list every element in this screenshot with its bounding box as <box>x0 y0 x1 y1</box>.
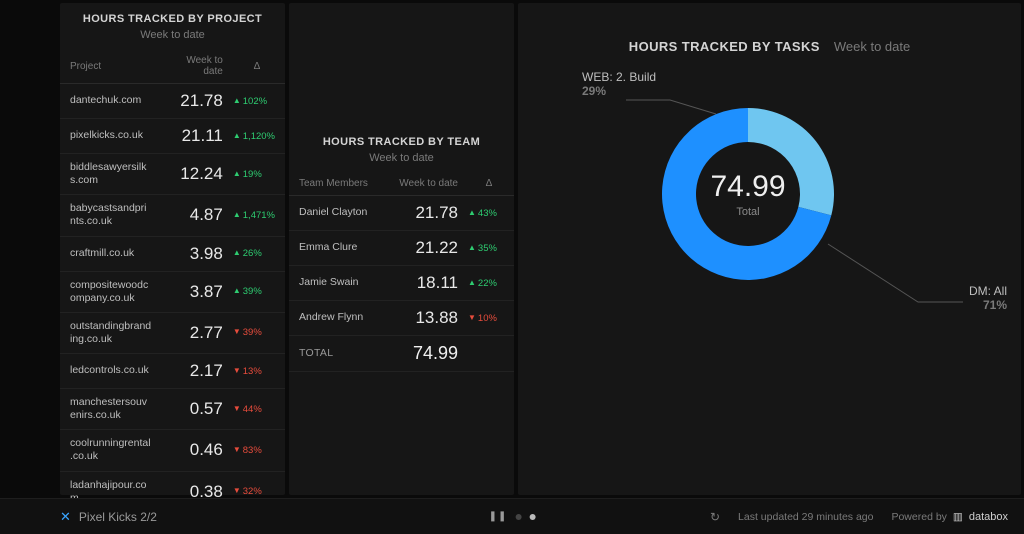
footer-bar: ✕ Pixel Kicks 2/2 ❚❚ ↻ Last updated 29 m… <box>0 498 1024 534</box>
project-value: 21.78 <box>155 84 228 119</box>
panel-hours-by-team: HOURS TRACKED BY TEAM Week to date Team … <box>289 3 514 495</box>
project-value: 12.24 <box>155 154 228 195</box>
team-member-name: Daniel Clayton <box>289 196 381 231</box>
project-delta: ▲19% <box>229 154 285 195</box>
project-name: craftmill.co.uk <box>60 236 155 271</box>
col-week-to-date: Week to date <box>155 51 228 84</box>
team-member-delta: ▼10% <box>464 301 514 336</box>
team-member-name: Emma Clure <box>289 231 381 266</box>
project-delta: ▼44% <box>229 389 285 430</box>
table-row: pixelkicks.co.uk21.11▲1,120% <box>60 119 285 154</box>
table-row: compositewoodcompany.co.uk3.87▲39% <box>60 271 285 312</box>
last-updated: Last updated 29 minutes ago <box>738 511 873 523</box>
donut-svg <box>648 94 848 294</box>
donut-slice <box>748 108 834 215</box>
table-row: Andrew Flynn13.88▼10% <box>289 301 514 336</box>
table-row: babycastsandprints.co.uk4.87▲1,471% <box>60 195 285 236</box>
project-name: pixelkicks.co.uk <box>60 119 155 154</box>
project-delta: ▲39% <box>229 271 285 312</box>
project-name: coolrunningrental.co.uk <box>60 430 155 471</box>
total-label: TOTAL <box>289 336 381 372</box>
table-row: coolrunningrental.co.uk0.46▼83% <box>60 430 285 471</box>
table-row: manchestersouvenirs.co.uk0.57▼44% <box>60 389 285 430</box>
databox-brand[interactable]: databox <box>969 511 1008 523</box>
project-name: dantechuk.com <box>60 84 155 119</box>
project-delta: ▼39% <box>229 312 285 353</box>
col-delta: Δ <box>464 174 514 196</box>
table-row: Daniel Clayton21.78▲43% <box>289 196 514 231</box>
powered-by-label: Powered by <box>891 511 946 523</box>
team-member-delta: ▲43% <box>464 196 514 231</box>
slice-label-dm-all: DM: All 71% <box>969 284 1007 313</box>
panel-subtitle: Week to date <box>289 152 514 164</box>
team-member-delta: ▲22% <box>464 266 514 301</box>
table-row: biddlesawyersilks.com12.24▲19% <box>60 154 285 195</box>
team-member-name: Andrew Flynn <box>289 301 381 336</box>
table-row: outstandingbranding.co.uk2.77▼39% <box>60 312 285 353</box>
project-name: biddlesawyersilks.com <box>60 154 155 195</box>
databox-logo-icon: ▥ <box>953 511 963 523</box>
col-week-to-date: Week to date <box>381 174 464 196</box>
panel-subtitle: Week to date <box>60 29 285 41</box>
project-table: Project Week to date Δ dantechuk.com21.7… <box>60 51 285 513</box>
team-member-value: 18.11 <box>381 266 464 301</box>
pager-dot[interactable] <box>515 514 521 520</box>
project-name: ledcontrols.co.uk <box>60 354 155 389</box>
table-row: Jamie Swain18.11▲22% <box>289 266 514 301</box>
table-row: ledcontrols.co.uk2.17▼13% <box>60 354 285 389</box>
slice-label-web-build: WEB: 2. Build 29% <box>582 70 656 99</box>
panel-hours-by-project: HOURS TRACKED BY PROJECT Week to date Pr… <box>60 3 285 495</box>
project-value: 21.11 <box>155 119 228 154</box>
col-project: Project <box>60 51 155 84</box>
project-delta: ▲102% <box>229 84 285 119</box>
panel-title: HOURS TRACKED BY TEAM <box>289 126 514 148</box>
panel-title: HOURS TRACKED BY PROJECT <box>60 3 285 25</box>
table-row: dantechuk.com21.78▲102% <box>60 84 285 119</box>
pause-button[interactable]: ❚❚ <box>489 511 508 522</box>
project-delta: ▲1,471% <box>229 195 285 236</box>
team-member-value: 21.78 <box>381 196 464 231</box>
project-delta: ▲1,120% <box>229 119 285 154</box>
donut-chart: WEB: 2. Build 29% 74.99 Total DM: All 71… <box>518 54 1021 495</box>
project-value: 0.57 <box>155 389 228 430</box>
project-name: compositewoodcompany.co.uk <box>60 271 155 312</box>
project-value: 3.87 <box>155 271 228 312</box>
table-row: craftmill.co.uk3.98▲26% <box>60 236 285 271</box>
panel-hours-by-tasks: HOURS TRACKED BY TASKS Week to date WEB:… <box>518 3 1021 495</box>
col-delta: Δ <box>229 51 285 84</box>
total-value: 74.99 <box>381 336 464 372</box>
project-value: 4.87 <box>155 195 228 236</box>
table-total-row: TOTAL74.99 <box>289 336 514 372</box>
col-team-members: Team Members <box>289 174 381 196</box>
project-value: 0.46 <box>155 430 228 471</box>
team-member-delta: ▲35% <box>464 231 514 266</box>
project-value: 2.77 <box>155 312 228 353</box>
project-delta: ▲26% <box>229 236 285 271</box>
panel-subtitle: Week to date <box>834 39 910 54</box>
table-row: Emma Clure21.22▲35% <box>289 231 514 266</box>
panel-title: HOURS TRACKED BY TASKS <box>629 39 820 54</box>
project-value: 3.98 <box>155 236 228 271</box>
team-table: Team Members Week to date Δ Daniel Clayt… <box>289 174 514 372</box>
pager-dot-active[interactable] <box>529 514 535 520</box>
project-value: 2.17 <box>155 354 228 389</box>
refresh-icon[interactable]: ↻ <box>710 510 720 524</box>
project-delta: ▼83% <box>229 430 285 471</box>
project-name: outstandingbranding.co.uk <box>60 312 155 353</box>
project-name: babycastsandprints.co.uk <box>60 195 155 236</box>
team-member-name: Jamie Swain <box>289 266 381 301</box>
board-name: Pixel Kicks 2/2 <box>79 510 157 524</box>
board-icon: ✕ <box>60 509 71 525</box>
team-member-value: 21.22 <box>381 231 464 266</box>
project-delta: ▼13% <box>229 354 285 389</box>
team-member-value: 13.88 <box>381 301 464 336</box>
project-name: manchestersouvenirs.co.uk <box>60 389 155 430</box>
